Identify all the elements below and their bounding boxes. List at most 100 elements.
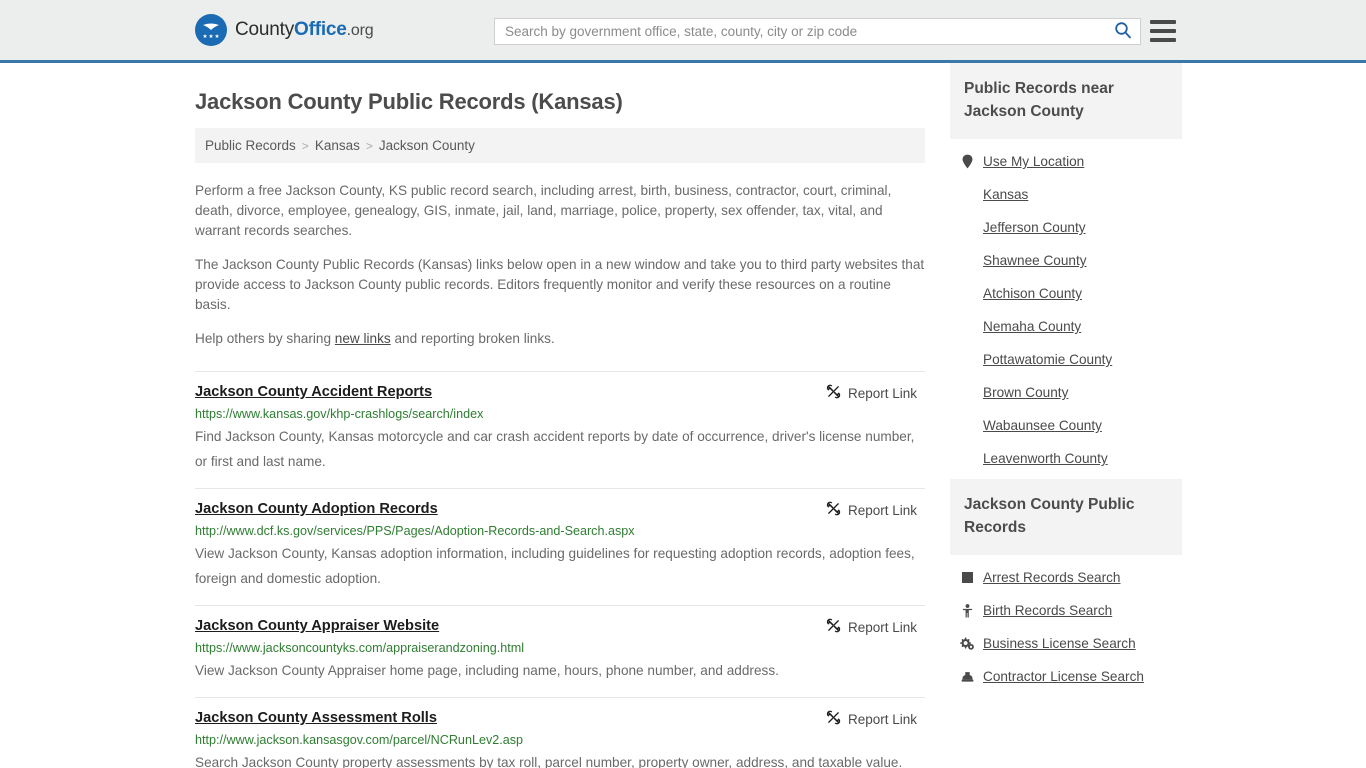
sidebar-link-row: Jefferson County bbox=[950, 211, 1182, 244]
hamburger-menu-icon bbox=[1150, 38, 1176, 42]
fingerprint-icon bbox=[960, 572, 974, 583]
record-header: Jackson County Accident Reports Report Li… bbox=[195, 384, 925, 402]
sidebar-link-row: Pottawatomie County bbox=[950, 343, 1182, 376]
record-list: Jackson County Accident Reports Report Li… bbox=[195, 371, 925, 768]
hamburger-menu-icon bbox=[1150, 29, 1176, 33]
record-title-link[interactable]: Jackson County Accident Reports bbox=[195, 384, 432, 400]
record-url: https://www.kansas.gov/khp-crashlogs/sea… bbox=[195, 407, 484, 421]
search-button[interactable] bbox=[1106, 19, 1140, 44]
report-link-label: Report Link bbox=[847, 711, 917, 727]
new-links-link[interactable]: new links bbox=[335, 331, 391, 346]
record-title-link[interactable]: Jackson County Appraiser Website bbox=[195, 618, 439, 634]
record-description: Find Jackson County, Kansas motorcycle a… bbox=[195, 429, 915, 469]
search-bar bbox=[494, 18, 1141, 45]
hamburger-menu-button[interactable] bbox=[1150, 20, 1176, 42]
sidebar-link-row: Use My Location bbox=[950, 145, 1182, 178]
intro-p3-after: and reporting broken links. bbox=[390, 331, 555, 346]
record-header: Jackson County Assessment Rolls Report Li… bbox=[195, 710, 925, 728]
sidebar-link-row: Shawnee County bbox=[950, 244, 1182, 277]
sidebar-card-records: Jackson County Public Records Arrest Rec… bbox=[950, 479, 1182, 693]
eagle-shield-logo-icon bbox=[195, 14, 227, 46]
sidebar-link-row: Wabaunsee County bbox=[950, 409, 1182, 442]
record-description: Search Jackson County property assessmen… bbox=[195, 755, 903, 768]
record-url: http://www.jackson.kansasgov.com/parcel/… bbox=[195, 733, 524, 747]
record-description: View Jackson County, Kansas adoption inf… bbox=[195, 546, 915, 586]
site-header: CountyOffice.org bbox=[0, 0, 1366, 63]
intro-paragraph-3: Help others by sharing new links and rep… bbox=[195, 329, 925, 349]
broken-link-icon bbox=[826, 501, 841, 519]
baby-icon bbox=[960, 603, 974, 618]
record-url: http://www.dcf.ks.gov/services/PPS/Pages… bbox=[195, 524, 635, 538]
record-entry: Jackson County Assessment Rolls Report Li… bbox=[195, 697, 925, 768]
broken-link-icon bbox=[826, 710, 841, 728]
search-input[interactable] bbox=[495, 19, 1106, 44]
sidebar-link-row: Brown County bbox=[950, 376, 1182, 409]
record-entry: Jackson County Adoption Records Report Li… bbox=[195, 488, 925, 605]
sidebar-link[interactable]: Wabaunsee County bbox=[983, 418, 1102, 433]
sidebar-link-row: Arrest Records Search bbox=[950, 561, 1182, 594]
sidebar-link[interactable]: Contractor License Search bbox=[983, 669, 1144, 684]
report-link-label: Report Link bbox=[847, 385, 917, 401]
sidebar-heading-nearby: Public Records near Jackson County bbox=[950, 63, 1182, 139]
map-pin-icon bbox=[960, 154, 974, 169]
sidebar-link-row: Nemaha County bbox=[950, 310, 1182, 343]
breadcrumb-separator-icon: > bbox=[365, 138, 373, 153]
sidebar-link[interactable]: Use My Location bbox=[983, 154, 1084, 169]
record-entry: Jackson County Appraiser Website Report L… bbox=[195, 605, 925, 697]
sidebar-link[interactable]: Brown County bbox=[983, 385, 1068, 400]
sidebar-link[interactable]: Shawnee County bbox=[983, 253, 1087, 268]
sidebar-link-row: Business License Search bbox=[950, 627, 1182, 660]
breadcrumb-item-public-records[interactable]: Public Records bbox=[205, 138, 296, 153]
sidebar-link[interactable]: Jefferson County bbox=[983, 220, 1086, 235]
page-body: Jackson County Public Records (Kansas) P… bbox=[0, 63, 1366, 768]
search-icon bbox=[1114, 21, 1132, 42]
intro-paragraph-2: The Jackson County Public Records (Kansa… bbox=[195, 257, 925, 312]
report-link-button[interactable]: Report Link bbox=[826, 618, 925, 636]
hard-hat-icon bbox=[960, 671, 974, 683]
sidebar-link[interactable]: Atchison County bbox=[983, 286, 1082, 301]
page-title: Jackson County Public Records (Kansas) bbox=[195, 89, 623, 114]
main-column: Jackson County Public Records (Kansas) P… bbox=[195, 63, 925, 768]
site-logo-text: CountyOffice.org bbox=[235, 19, 374, 41]
sidebar-link-row: Leavenworth County bbox=[950, 442, 1182, 475]
breadcrumb-item-jackson-county[interactable]: Jackson County bbox=[379, 138, 475, 153]
record-description: View Jackson County Appraiser home page,… bbox=[195, 663, 779, 678]
record-url: https://www.jacksoncountyks.com/appraise… bbox=[195, 641, 524, 655]
sidebar-link[interactable]: Kansas bbox=[983, 187, 1028, 202]
sidebar-link[interactable]: Pottawatomie County bbox=[983, 352, 1112, 367]
report-link-label: Report Link bbox=[847, 619, 917, 635]
record-header: Jackson County Adoption Records Report Li… bbox=[195, 501, 925, 519]
sidebar-link[interactable]: Birth Records Search bbox=[983, 603, 1112, 618]
sidebar-link[interactable]: Leavenworth County bbox=[983, 451, 1108, 466]
intro-paragraph-1: Perform a free Jackson County, KS public… bbox=[195, 183, 892, 238]
sidebar-link-row: Contractor License Search bbox=[950, 660, 1182, 693]
sidebar-records-links: Arrest Records Search Birth Records Searc… bbox=[950, 555, 1182, 693]
report-link-button[interactable]: Report Link bbox=[826, 710, 925, 728]
intro-text: Perform a free Jackson County, KS public… bbox=[195, 181, 925, 349]
report-link-button[interactable]: Report Link bbox=[826, 501, 925, 519]
gears-icon bbox=[960, 637, 974, 650]
brand-bold: Office bbox=[294, 19, 347, 40]
record-title-link[interactable]: Jackson County Assessment Rolls bbox=[195, 710, 437, 726]
brand-suffix: .org bbox=[346, 22, 374, 39]
broken-link-icon bbox=[826, 384, 841, 402]
breadcrumb-separator-icon: > bbox=[301, 138, 309, 153]
sidebar-link-row: Birth Records Search bbox=[950, 594, 1182, 627]
sidebar-link[interactable]: Arrest Records Search bbox=[983, 570, 1121, 585]
sidebar-link[interactable]: Nemaha County bbox=[983, 319, 1081, 334]
sidebar-link[interactable]: Business License Search bbox=[983, 636, 1136, 651]
breadcrumb: Public Records > Kansas > Jackson County bbox=[195, 128, 925, 163]
sidebar-nearby-links: Use My Location Kansas Jefferson County Sha… bbox=[950, 139, 1182, 475]
breadcrumb-item-kansas[interactable]: Kansas bbox=[315, 138, 360, 153]
record-header: Jackson County Appraiser Website Report L… bbox=[195, 618, 925, 636]
site-logo-link[interactable]: CountyOffice.org bbox=[195, 14, 374, 46]
sidebar-card-nearby: Public Records near Jackson County Use M… bbox=[950, 63, 1182, 475]
record-entry: Jackson County Accident Reports Report Li… bbox=[195, 371, 925, 488]
report-link-button[interactable]: Report Link bbox=[826, 384, 925, 402]
sidebar-heading-records: Jackson County Public Records bbox=[950, 479, 1182, 555]
record-title-link[interactable]: Jackson County Adoption Records bbox=[195, 501, 438, 517]
report-link-label: Report Link bbox=[847, 502, 917, 518]
sidebar-link-row: Atchison County bbox=[950, 277, 1182, 310]
hamburger-menu-icon bbox=[1150, 20, 1176, 24]
sidebar: Public Records near Jackson County Use M… bbox=[950, 63, 1182, 768]
